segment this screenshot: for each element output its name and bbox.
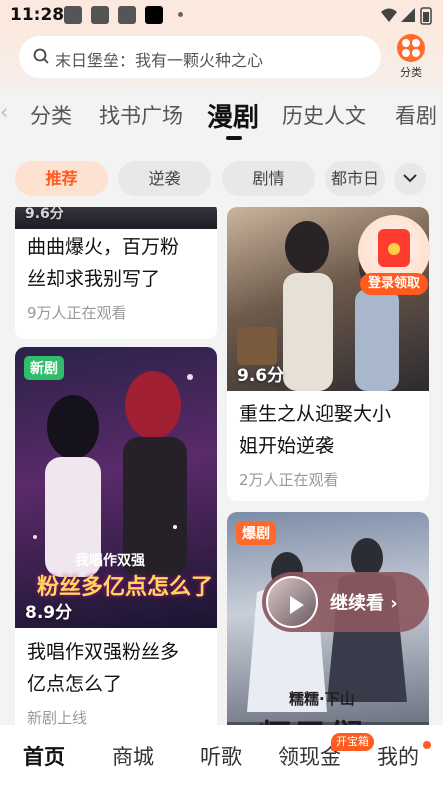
nav-me[interactable]: 我的 bbox=[377, 741, 419, 771]
chevron-down-icon bbox=[403, 174, 417, 183]
drama-score: 8.9分 bbox=[25, 603, 73, 623]
nav-listen[interactable]: 听歌 bbox=[200, 741, 242, 771]
bottom-nav: 首页 商城 听歌 领现金 开宝箱 我的 bbox=[0, 725, 443, 787]
category-label: 分类 bbox=[400, 66, 422, 79]
more-notifications-dot bbox=[178, 12, 183, 17]
chip-recommend[interactable]: 推荐 bbox=[15, 161, 108, 196]
drama-cover: 新剧 我唱作双强 粉丝多亿点怎么了 8.9分 bbox=[15, 347, 217, 628]
search-placeholder: 末日堡垒：我有一颗火种之心 bbox=[55, 51, 264, 70]
continue-label: 继续看 › bbox=[330, 593, 398, 614]
signal-icon bbox=[401, 8, 415, 22]
nav-home[interactable]: 首页 bbox=[23, 741, 65, 771]
drama-viewers: 9万人正在观看 bbox=[27, 304, 127, 322]
drama-status: 新剧上线 bbox=[27, 709, 88, 725]
treasure-box-badge: 开宝箱 bbox=[331, 733, 374, 751]
category-icon bbox=[397, 34, 425, 62]
tab-watch-drama[interactable]: 看剧 bbox=[395, 100, 437, 130]
continue-watching-button[interactable]: 继续看 › bbox=[262, 572, 429, 632]
active-tab-indicator bbox=[226, 136, 242, 140]
drama-viewers: 2万人正在观看 bbox=[239, 471, 339, 489]
cover-text: 我唱作双强 bbox=[75, 553, 145, 569]
notification-icon bbox=[118, 6, 136, 24]
drama-title: 重生之从迎娶大小 bbox=[239, 403, 392, 425]
login-reward-button[interactable]: 登录领取 bbox=[358, 215, 430, 299]
drama-title: 曲曲爆火，百万粉 bbox=[27, 236, 180, 258]
notification-icon bbox=[91, 6, 109, 24]
expand-chips-button[interactable] bbox=[394, 163, 426, 195]
search-icon bbox=[33, 48, 49, 64]
status-bar: 11:28 bbox=[0, 0, 443, 30]
hot-badge: 爆剧 bbox=[236, 521, 276, 545]
drama-cover: 9.6分 bbox=[15, 207, 217, 229]
notification-icon bbox=[145, 6, 163, 24]
battery-icon bbox=[420, 7, 432, 25]
category-button[interactable]: 分类 bbox=[394, 34, 428, 80]
cover-text: 师兄们 bbox=[257, 710, 365, 725]
drama-title: 姐开始逆袭 bbox=[239, 435, 335, 457]
search-input[interactable]: 末日堡垒：我有一颗火种之心 bbox=[19, 36, 381, 78]
new-badge: 新剧 bbox=[24, 356, 64, 380]
red-envelope-icon bbox=[378, 229, 410, 267]
tab-short-drama[interactable]: 漫剧 bbox=[207, 97, 259, 134]
status-time: 11:28 bbox=[10, 5, 65, 25]
drama-title: 亿点怎么了 bbox=[27, 673, 123, 695]
drama-title: 丝却求我别写了 bbox=[27, 268, 161, 290]
continue-thumbnail bbox=[266, 576, 318, 628]
nav-mall[interactable]: 商城 bbox=[112, 741, 154, 771]
play-icon bbox=[290, 596, 304, 614]
channel-tabs: ‹ 分类 找书广场 漫剧 历史人文 看剧 bbox=[0, 90, 443, 145]
wifi-icon bbox=[381, 8, 397, 22]
drama-score: 9.6分 bbox=[25, 207, 64, 222]
tab-history-culture[interactable]: 历史人文 bbox=[282, 100, 366, 130]
chip-plot[interactable]: 剧情 bbox=[222, 161, 315, 196]
chip-urban[interactable]: 都市日 bbox=[325, 161, 385, 196]
tab-book-square[interactable]: 找书广场 bbox=[99, 100, 183, 130]
tab-overflow-fade: ‹ bbox=[0, 100, 9, 124]
header: 末日堡垒：我有一颗火种之心 分类 bbox=[0, 30, 443, 90]
reward-label: 登录领取 bbox=[360, 273, 428, 295]
drama-title: 我唱作双强粉丝多 bbox=[27, 641, 180, 663]
drama-card[interactable]: 9.6分 曲曲爆火，百万粉 丝却求我别写了 9万人正在观看 bbox=[15, 207, 217, 339]
filter-chips: 推荐 逆袭 剧情 都市日 bbox=[0, 145, 443, 207]
drama-score: 9.6分 bbox=[237, 366, 285, 386]
notification-icon bbox=[64, 6, 82, 24]
cover-text: 糯糯·下山 bbox=[289, 690, 355, 708]
chip-comeback[interactable]: 逆袭 bbox=[118, 161, 211, 196]
drama-card[interactable]: 新剧 我唱作双强 粉丝多亿点怎么了 8.9分 我唱作双强粉丝多 亿点怎么了 新剧… bbox=[15, 347, 217, 725]
tab-category[interactable]: 分类 bbox=[30, 100, 72, 130]
cover-text: 粉丝多亿点怎么了 bbox=[37, 575, 214, 600]
notification-dot bbox=[423, 741, 431, 749]
